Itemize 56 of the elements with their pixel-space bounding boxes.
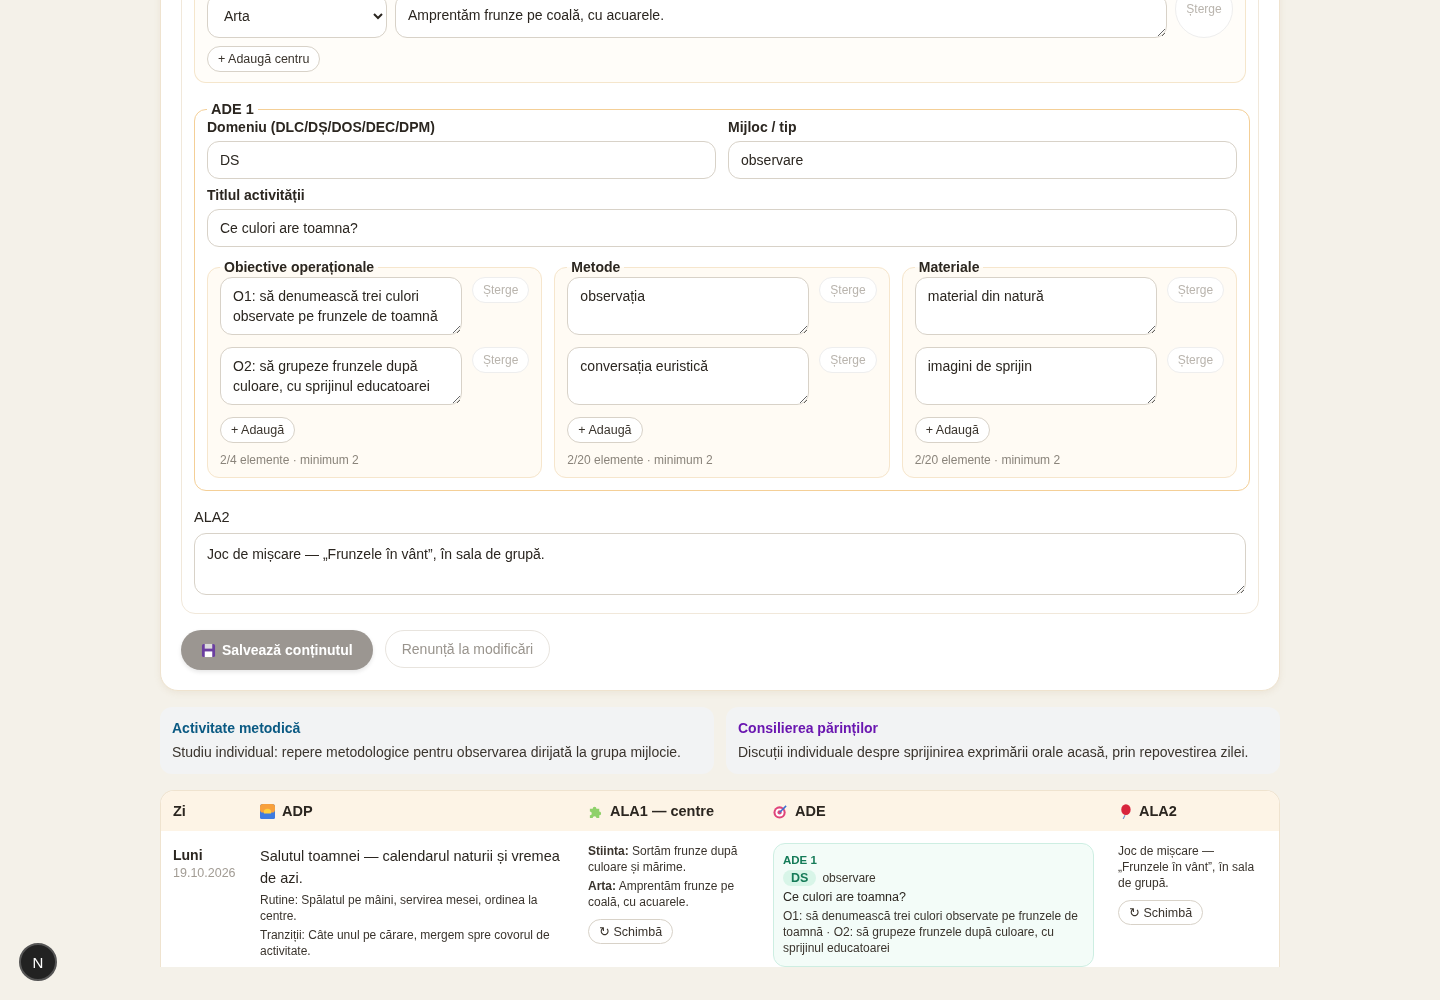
item-field[interactable]: O1: să denumească trei culori observate pe frunzele de toamnă [220,277,462,335]
item-field[interactable]: material din natură [914,277,1157,335]
means-text: observare [822,871,876,885]
note-text: Studiu individual: repere metodologice pentru observarea dirijată la grupa mijlocie. [172,744,682,760]
column-header: Zi [173,803,186,819]
item-field[interactable]: conversația euristică [567,347,810,405]
add-button[interactable]: + Adaugă [220,417,296,443]
ala2-text: Joc de mișcare — „Frunzele în vânt”, în sala de grupă. [1118,843,1256,891]
objectives-text: O1: să denumească trei culori observate pe frunzele de toamnă · O2: să grupeze frunzele după culoare, cu sprijinul educatoarei [783,908,1079,956]
means-field[interactable]: observare [728,141,1238,179]
ade-title: Ce culori are toamna? [783,890,907,904]
add-center-button[interactable]: + Adaugă centru [207,46,321,72]
list-legend: Materiale [914,259,984,275]
adp-line: Tranziții: Câte unul pe cărare, mergem spre covorul de activitate. [260,927,551,959]
list-legend: Obiective operaționale [220,259,379,275]
center-entry: Stiinta: Sortăm frunze după culoare și mărime. [588,843,739,875]
center-activity-field[interactable]: Amprentăm frunze pe coală, cu acuarele. [395,0,1167,38]
item-count: 2/20 elemente · minimum 2 [567,453,714,467]
day-name: Luni [173,847,204,863]
item-field[interactable]: imagini de sprijin [914,347,1157,405]
list-legend: Metode [567,259,625,275]
column-header: ALA1 — centre [610,803,714,819]
field-label: Mijloc / tip [728,119,798,135]
target-icon [773,803,788,819]
column-header: ALA2 [1139,803,1177,819]
domain-tag: DS [783,870,817,886]
day-date: 19.10.2026 [173,866,237,880]
note-text: Discuții individuale despre sprijinirea exprimării orale acasă, prin repovestirea zilei. [738,744,1250,760]
column-header: ADP [282,803,313,819]
ala2-field[interactable]: Joc de mișcare — „Frunzele în vânt”, în sala de grupă. [194,533,1246,595]
ade-legend: ADE 1 [207,101,258,117]
ade-heading: ADE 1 [783,854,818,866]
add-button[interactable]: + Adaugă [914,417,990,443]
item-count: 2/20 elemente · minimum 2 [914,453,1062,467]
field-label: ALA2 [194,509,231,525]
user-avatar[interactable]: N [19,943,57,981]
center-select[interactable]: Arta [207,0,387,38]
item-field[interactable]: O2: să grupeze frunzele după culoare, cu sprijinul educatoarei [220,347,462,405]
add-button[interactable]: + Adaugă [567,417,643,443]
field-label: Titlul activității [207,187,306,203]
note-title: Consilierea părinților [738,720,880,736]
title-field[interactable]: Ce culori are toamna? [207,209,1238,247]
sunrise-icon [260,803,275,819]
adp-line: Rutine: Spălatul pe mâini, servirea mesei, ordinea la centre. [260,892,539,924]
swap-button[interactable]: ↻ Schimbă [1118,900,1204,925]
domain-field[interactable]: DS [207,141,717,179]
column-header: ADE [795,803,826,819]
save-icon [201,642,216,658]
note-title: Activitate metodică [172,720,302,736]
center-entry: Arta: Amprentăm frunze pe coală, cu acuarele. [588,878,736,910]
item-count: 2/4 elemente · minimum 2 [220,453,360,467]
field-label: Domeniu (DLC/DȘ/DOS/DEC/DPM) [207,119,436,135]
balloon-icon [1118,803,1132,819]
adp-title: Salutul toamnei — calendarul naturii și vremea de azi. [260,847,561,888]
item-field[interactable]: observația [567,277,810,335]
swap-button[interactable]: ↻ Schimbă [588,919,674,944]
